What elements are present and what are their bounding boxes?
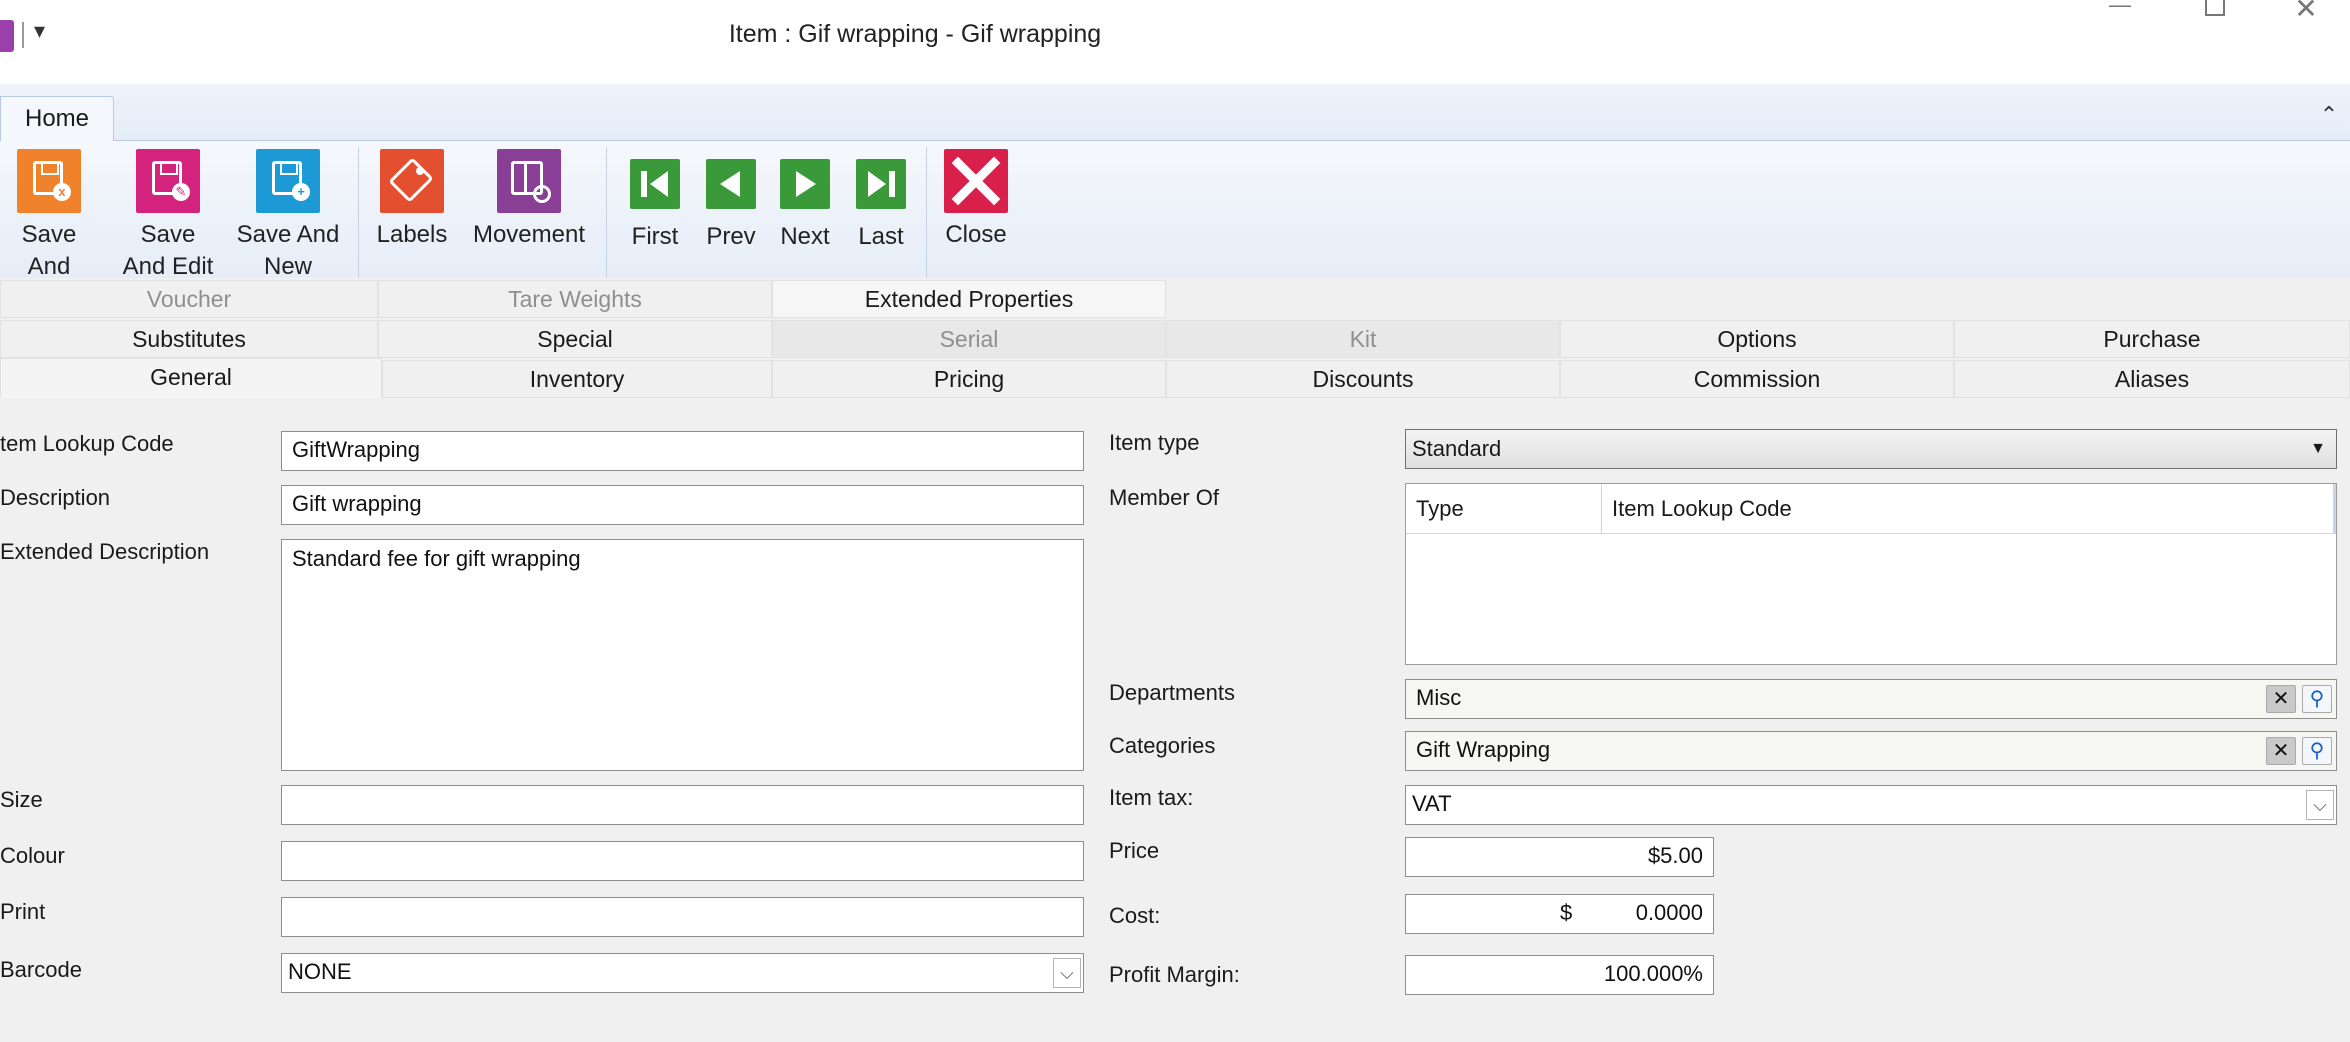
chevron-down-icon[interactable]: ⌵ [2306, 790, 2334, 820]
close-button[interactable]: Close [936, 149, 1016, 278]
save-and-edit-button[interactable]: ✎ Save And Edit [118, 149, 218, 278]
ribbon-tab-home[interactable]: Home [0, 96, 114, 144]
clear-icon[interactable]: ✕ [2266, 685, 2296, 713]
next-button[interactable]: Next [770, 149, 840, 278]
search-icon[interactable]: ⚲ [2302, 737, 2332, 765]
tab-extended-properties[interactable]: Extended Properties [772, 280, 1166, 318]
cost-value: 0.0000 [1635, 900, 1703, 925]
size-label: Size [0, 787, 43, 812]
tab-serial[interactable]: Serial [772, 320, 1166, 358]
save-close-icon: x [17, 149, 81, 213]
tab-voucher[interactable]: Voucher [0, 280, 378, 318]
cost-label: Cost: [1109, 903, 1161, 928]
search-icon[interactable]: ⚲ [2302, 685, 2332, 713]
last-button[interactable]: Last [846, 149, 916, 278]
first-icon [630, 159, 680, 209]
save-new-icon: + [256, 149, 320, 213]
minimize-icon[interactable]: — [2100, 0, 2140, 17]
tab-purchase[interactable]: Purchase [1954, 320, 2350, 358]
tab-aliases[interactable]: Aliases [1954, 360, 2350, 398]
item-lookup-code-input[interactable]: GiftWrapping [281, 431, 1084, 471]
barcode-select[interactable]: NONE ⌵ [281, 953, 1084, 993]
departments-label: Departments [1109, 680, 1235, 705]
tab-discounts[interactable]: Discounts [1166, 360, 1560, 398]
window-title: Item : Gif wrapping - Gif wrapping [728, 20, 1102, 48]
item-tax-value: VAT [1412, 791, 1452, 816]
ribbon-separator [926, 147, 927, 278]
ribbon-toolbar: x Save And Close ✎ Save And Edit + Save … [0, 141, 2350, 278]
categories-label: Categories [1109, 733, 1216, 758]
extended-description-label: Extended Description [0, 539, 210, 564]
save-edit-icon: ✎ [136, 149, 200, 213]
departments-lookup[interactable]: Misc ✕ ⚲ [1405, 679, 2337, 719]
item-tax-label: Item tax: [1109, 785, 1194, 810]
tab-general[interactable]: General [0, 358, 382, 398]
column-header-type[interactable]: Type [1406, 484, 1602, 534]
column-header-item-lookup-code[interactable]: Item Lookup Code [1602, 484, 2336, 534]
movement-button[interactable]: Movement [466, 149, 592, 278]
categories-lookup[interactable]: Gift Wrapping ✕ ⚲ [1405, 731, 2337, 771]
save-and-close-button[interactable]: x Save And Close [0, 149, 98, 278]
chevron-down-icon: ▼ [2310, 440, 2326, 457]
tab-tare-weights[interactable]: Tare Weights [378, 280, 772, 318]
member-of-label: Member Of [1109, 485, 1220, 510]
labels-button[interactable]: Labels [372, 149, 452, 278]
movement-icon [497, 149, 561, 213]
labels-icon [380, 149, 444, 213]
clear-icon[interactable]: ✕ [2266, 737, 2296, 765]
first-button[interactable]: First [620, 149, 690, 278]
tab-options[interactable]: Options [1560, 320, 1954, 358]
barcode-value: NONE [288, 959, 352, 984]
price-label: Price [1109, 838, 1160, 863]
save-and-new-button[interactable]: + Save And New [232, 149, 344, 278]
print-input[interactable] [281, 897, 1084, 937]
prev-icon [706, 159, 756, 209]
close-icon [944, 149, 1008, 213]
ribbon-tab-bar: Home ⌃ [0, 84, 2350, 144]
colour-label: Colour [0, 843, 65, 868]
categories-value: Gift Wrapping [1416, 737, 1551, 762]
cost-currency: $ [1560, 900, 1573, 925]
maximize-icon[interactable] [2192, 0, 2232, 20]
cost-input[interactable]: $ 0.0000 [1405, 894, 1714, 934]
description-input[interactable]: Gift wrapping [281, 485, 1084, 525]
item-type-label: Item type [1109, 430, 1200, 455]
departments-value: Misc [1416, 685, 1462, 710]
size-input[interactable] [281, 785, 1084, 825]
ribbon-collapse-icon[interactable]: ⌃ [2318, 104, 2340, 126]
prev-button[interactable]: Prev [696, 149, 766, 278]
price-input[interactable]: $5.00 [1405, 837, 1714, 877]
window-close-icon[interactable]: ✕ [2286, 0, 2326, 24]
tab-pricing[interactable]: Pricing [772, 360, 1166, 398]
last-icon [856, 159, 906, 209]
tab-substitutes[interactable]: Substitutes [0, 320, 378, 358]
tab-inventory[interactable]: Inventory [382, 360, 772, 398]
extended-description-textarea[interactable]: Standard fee for gift wrapping [281, 539, 1084, 771]
ribbon-separator [358, 147, 359, 278]
chevron-down-icon[interactable]: ⌵ [1053, 958, 1081, 988]
member-of-grid[interactable]: Type Item Lookup Code [1405, 483, 2337, 665]
tab-commission[interactable]: Commission [1560, 360, 1954, 398]
item-lookup-code-label: tem Lookup Code [0, 431, 174, 456]
item-type-value: Standard [1412, 436, 1502, 461]
colour-input[interactable] [281, 841, 1084, 881]
title-bar: ▾ Item : Gif wrapping - Gif wrapping — ✕ [0, 0, 2350, 84]
item-tax-select[interactable]: VAT ⌵ [1405, 785, 2337, 825]
description-label: Description [0, 485, 111, 510]
tab-special[interactable]: Special [378, 320, 772, 358]
tab-kit[interactable]: Kit [1166, 320, 1560, 358]
next-icon [780, 159, 830, 209]
item-type-select[interactable]: Standard ▼ [1405, 429, 2337, 469]
print-label: Print [0, 899, 46, 924]
profit-margin-label: Profit Margin: [1109, 962, 1240, 987]
ribbon-separator [606, 147, 607, 278]
barcode-label: Barcode [0, 957, 82, 982]
profit-margin-input[interactable]: 100.000% [1405, 955, 1714, 995]
